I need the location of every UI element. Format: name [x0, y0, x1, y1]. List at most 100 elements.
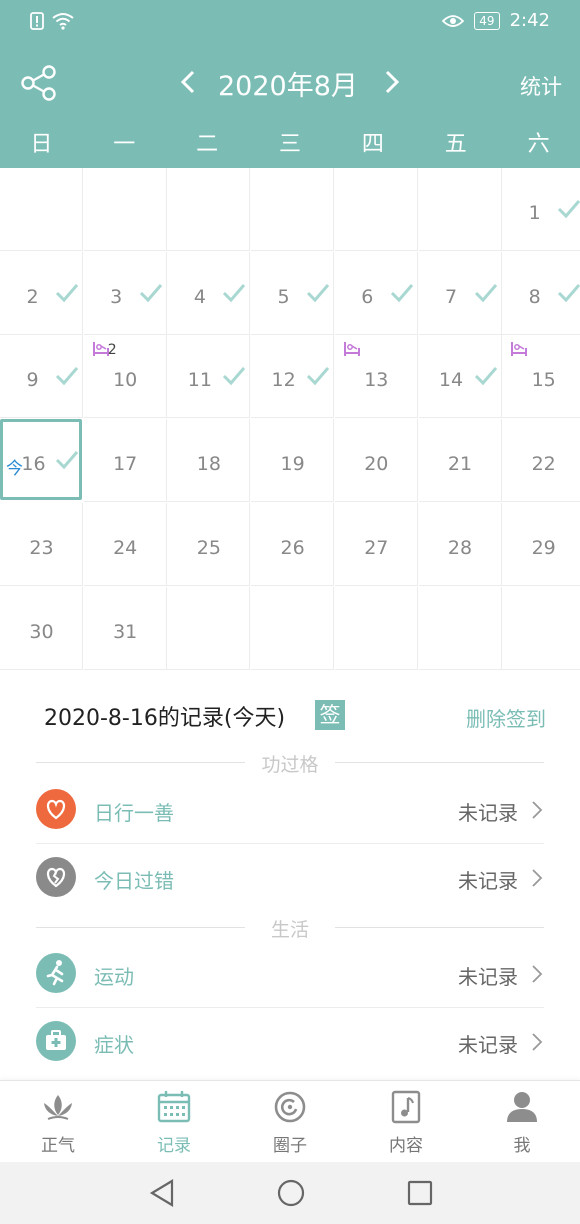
day-number: 22 [531, 453, 556, 476]
calendar-day[interactable]: 1 [502, 168, 580, 251]
heart-icon [36, 789, 76, 829]
chevron-left-icon[interactable] [176, 66, 200, 98]
nav-tab-record[interactable]: 记录 [129, 1089, 219, 1156]
weekday-label: 五 [444, 132, 467, 157]
nav-label: 记录 [157, 1136, 191, 1156]
check-icon [223, 283, 246, 302]
weekday-header: 日 一 二 三 四 五 六 [0, 124, 580, 168]
nav-label: 圈子 [273, 1136, 307, 1156]
calendar-day[interactable]: 9 [0, 335, 83, 419]
home-icon[interactable] [276, 1178, 306, 1208]
calendar-day[interactable]: 13 [334, 335, 418, 419]
day-number: 27 [364, 536, 389, 559]
calendar-day[interactable]: 20 [334, 419, 418, 503]
status-bar: 49 2:42 [0, 0, 580, 44]
weekday-label: 一 [113, 132, 136, 157]
calendar-empty-cell [334, 168, 418, 251]
record-row-mistake[interactable]: 今日过错 未记录 [36, 845, 544, 911]
calendar-day[interactable]: 6 [334, 251, 418, 335]
nav-tab-me[interactable]: 我 [477, 1089, 567, 1156]
calendar-day-today[interactable]: 16 今 [0, 419, 82, 501]
day-number: 21 [447, 453, 473, 476]
check-icon [223, 367, 246, 386]
record-row-symptom[interactable]: 症状 未记录 [36, 1009, 544, 1075]
today-tag: 今 [6, 459, 23, 480]
nav-tab-zhengqi[interactable]: 正气 [13, 1089, 103, 1156]
day-number: 20 [364, 453, 389, 476]
calendar-day[interactable]: 28 [418, 502, 502, 586]
divider [36, 843, 544, 844]
calendar-day[interactable]: 14 [418, 335, 502, 419]
delete-sign-button[interactable]: 删除签到 [466, 703, 546, 732]
battery-indicator: 49 [474, 11, 500, 30]
calendar-day[interactable]: 25 [167, 502, 251, 586]
chevron-right-icon [532, 801, 543, 819]
check-icon [558, 200, 580, 219]
calendar-day[interactable]: 31 [83, 586, 167, 670]
nav-tab-circle[interactable]: 圈子 [245, 1089, 335, 1156]
row-label: 症状 [94, 1033, 134, 1057]
back-icon[interactable] [148, 1178, 176, 1208]
calendar-empty-cell [334, 586, 418, 670]
mark-count: 2 [107, 342, 117, 359]
calendar-day[interactable]: 23 [0, 502, 83, 586]
row-value: 未记录 [458, 965, 518, 989]
calendar-empty-cell [418, 586, 502, 670]
check-icon [474, 283, 497, 302]
calendar-day[interactable]: 8 [502, 252, 580, 335]
calendar-day[interactable]: 17 [83, 419, 167, 503]
share-icon[interactable] [20, 64, 58, 102]
chevron-right-icon [532, 869, 543, 887]
row-value: 未记录 [458, 801, 518, 825]
calendar-day[interactable]: 5 [251, 251, 335, 335]
broken-heart-icon [36, 857, 76, 897]
weekday-label: 六 [527, 132, 550, 157]
recents-icon[interactable] [406, 1178, 434, 1208]
record-row-good-deed[interactable]: 日行一善 未记录 [36, 777, 544, 843]
nav-tab-content[interactable]: 内容 [361, 1089, 451, 1156]
calendar-day[interactable]: 11 [167, 335, 251, 419]
day-number: 18 [196, 453, 221, 476]
stats-button[interactable]: 统计 [520, 71, 562, 101]
calendar-day[interactable]: 19 [251, 419, 335, 503]
calendar-day[interactable]: 26 [251, 502, 335, 586]
chevron-right-icon[interactable] [380, 66, 404, 98]
day-number: 13 [364, 369, 389, 392]
check-icon [55, 451, 79, 470]
check-icon [558, 283, 580, 302]
music-note-icon [391, 1090, 421, 1124]
day-number: 31 [113, 620, 138, 643]
calendar-empty-cell [167, 168, 251, 251]
calendar-day[interactable]: 29 [502, 503, 580, 586]
clock: 2:42 [509, 10, 550, 31]
check-icon [55, 367, 79, 386]
nav-label: 正气 [41, 1136, 75, 1156]
calendar-day[interactable]: 4 [167, 251, 251, 335]
calendar-day[interactable]: 21 [418, 419, 502, 503]
bed-icon [511, 342, 528, 357]
day-number: 24 [113, 536, 138, 559]
calendar-day[interactable]: 2 [0, 251, 83, 335]
calendar-day[interactable]: 7 [418, 251, 502, 335]
check-icon [307, 283, 330, 302]
row-value: 未记录 [458, 869, 518, 893]
calendar-empty-cell [251, 586, 335, 670]
calendar-day[interactable]: 30 [0, 586, 83, 670]
calendar-day[interactable]: 24 [83, 502, 167, 586]
record-row-exercise[interactable]: 运动 未记录 [36, 941, 544, 1007]
calendar-day[interactable]: 12 [251, 335, 335, 419]
calendar-empty-cell [502, 587, 580, 670]
calendar-day[interactable]: 15 [502, 335, 580, 419]
row-label: 运动 [94, 965, 134, 989]
calendar-empty-cell [83, 168, 167, 251]
calendar-day[interactable]: 27 [334, 502, 418, 586]
day-number: 26 [280, 536, 305, 559]
calendar-day[interactable]: 22 [502, 419, 580, 503]
check-icon [474, 367, 497, 386]
row-label: 今日过错 [94, 869, 174, 893]
calendar-empty-cell [167, 586, 251, 670]
day-number: 10 [113, 369, 138, 392]
calendar-day[interactable]: 18 [167, 419, 251, 503]
calendar-day[interactable]: 10 2 [83, 335, 167, 419]
calendar-day[interactable]: 3 [83, 251, 167, 335]
